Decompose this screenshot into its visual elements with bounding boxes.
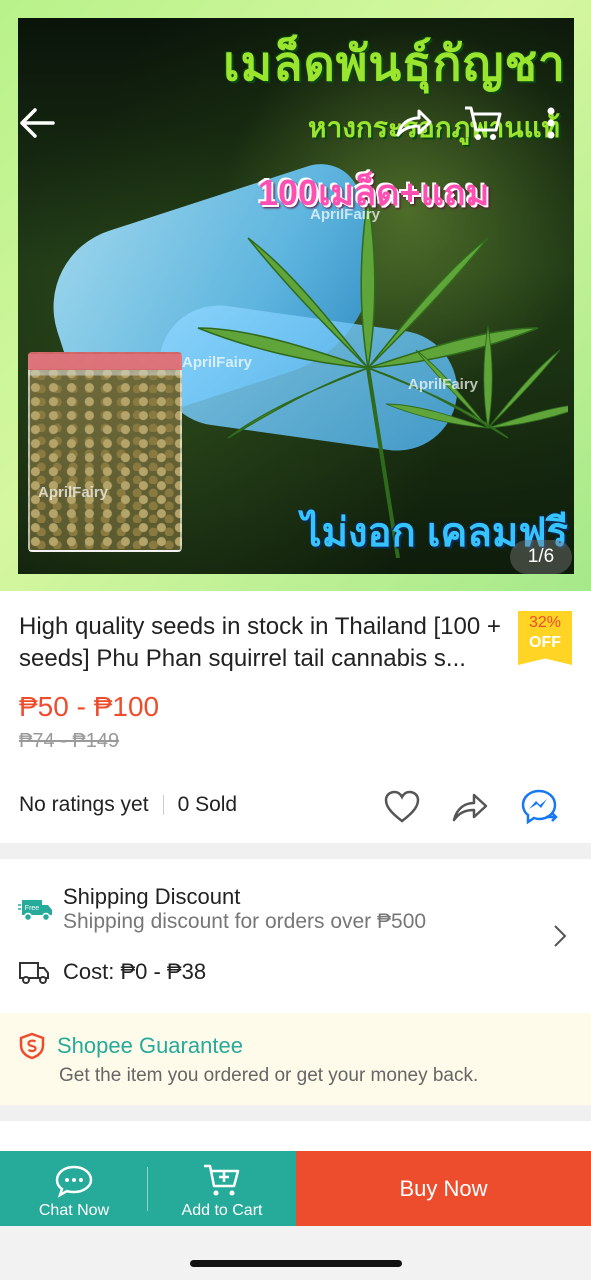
watermark: AprilFairy <box>38 484 109 501</box>
chat-now-button[interactable]: Chat Now <box>0 1151 148 1226</box>
shopee-guarantee-section[interactable]: Shopee Guarantee Get the item you ordere… <box>0 1013 591 1105</box>
add-to-cart-label: Add to Cart <box>181 1202 263 1219</box>
chat-icon <box>55 1165 93 1198</box>
product-image-carousel[interactable]: AprilFairy AprilFairy AprilFairy AprilFa… <box>0 0 591 591</box>
product-info-section: High quality seeds in stock in Thailand … <box>0 591 591 843</box>
chevron-right-icon <box>554 925 567 947</box>
svg-text:Free: Free <box>25 905 40 912</box>
bottom-action-bar: Chat Now Add to Cart Buy Now <box>0 1151 591 1226</box>
price-range: ₱50 - ₱100 <box>19 691 160 722</box>
favorite-button[interactable] <box>382 787 422 827</box>
buy-now-label: Buy Now <box>399 1175 488 1201</box>
share-button[interactable] <box>390 100 436 146</box>
sold-count: 0 Sold <box>177 793 238 816</box>
guarantee-subtitle: Get the item you ordered or get your mon… <box>59 1065 479 1086</box>
share-icon <box>396 109 432 137</box>
divider <box>147 1167 148 1211</box>
more-icon <box>547 107 555 139</box>
shield-icon <box>19 1032 45 1060</box>
home-indicator-area <box>0 1226 591 1280</box>
cart-button[interactable] <box>460 100 506 146</box>
buy-now-button[interactable]: Buy Now <box>296 1151 591 1226</box>
add-to-cart-button[interactable]: Add to Cart <box>148 1151 296 1226</box>
product-stats: No ratings yet 0 Sold <box>19 793 237 817</box>
add-to-cart-icon <box>204 1164 240 1196</box>
home-indicator[interactable] <box>190 1260 402 1267</box>
back-button[interactable] <box>14 100 60 146</box>
discount-off-label: OFF <box>529 634 561 651</box>
shipping-discount-title: Shipping Discount <box>63 884 241 909</box>
original-price: ₱74 - ₱149 <box>19 730 120 752</box>
product-title: High quality seeds in stock in Thailand … <box>19 613 501 672</box>
shipping-discount-subtitle: Shipping discount for orders over ₱500 <box>63 910 427 933</box>
share-product-button[interactable] <box>450 787 490 827</box>
watermark: AprilFairy <box>182 354 253 371</box>
truck-icon <box>19 962 49 984</box>
free-shipping-icon: Free <box>18 900 52 922</box>
chat-now-label: Chat Now <box>38 1202 110 1219</box>
image-counter: 1/6 <box>510 540 572 574</box>
hero-badge-text: 100เมล็ด+แถม <box>258 172 490 213</box>
discount-percent: 32% <box>528 614 562 631</box>
heart-icon <box>384 790 420 823</box>
messenger-icon <box>521 789 558 825</box>
discount-badge: 32% OFF <box>518 611 572 665</box>
back-arrow-icon <box>20 108 55 138</box>
divider <box>162 795 164 815</box>
watermark: AprilFairy <box>408 376 479 393</box>
shipping-section[interactable]: Free Shipping Discount Shipping discount… <box>0 859 591 985</box>
guarantee-title: Shopee Guarantee <box>57 1033 243 1058</box>
ratings-text: No ratings yet <box>19 793 149 816</box>
section-divider <box>0 843 591 859</box>
more-options-button[interactable] <box>528 100 574 146</box>
cart-icon <box>465 106 502 140</box>
hero-title: เมล็ดพันธุ์กัญชา <box>223 38 566 91</box>
share-icon <box>452 793 488 822</box>
shipping-cost: Cost: ₱0 - ₱38 <box>63 959 207 984</box>
messenger-button[interactable] <box>520 787 560 827</box>
seed-bag-graphic <box>28 352 182 552</box>
section-divider <box>0 1105 591 1121</box>
